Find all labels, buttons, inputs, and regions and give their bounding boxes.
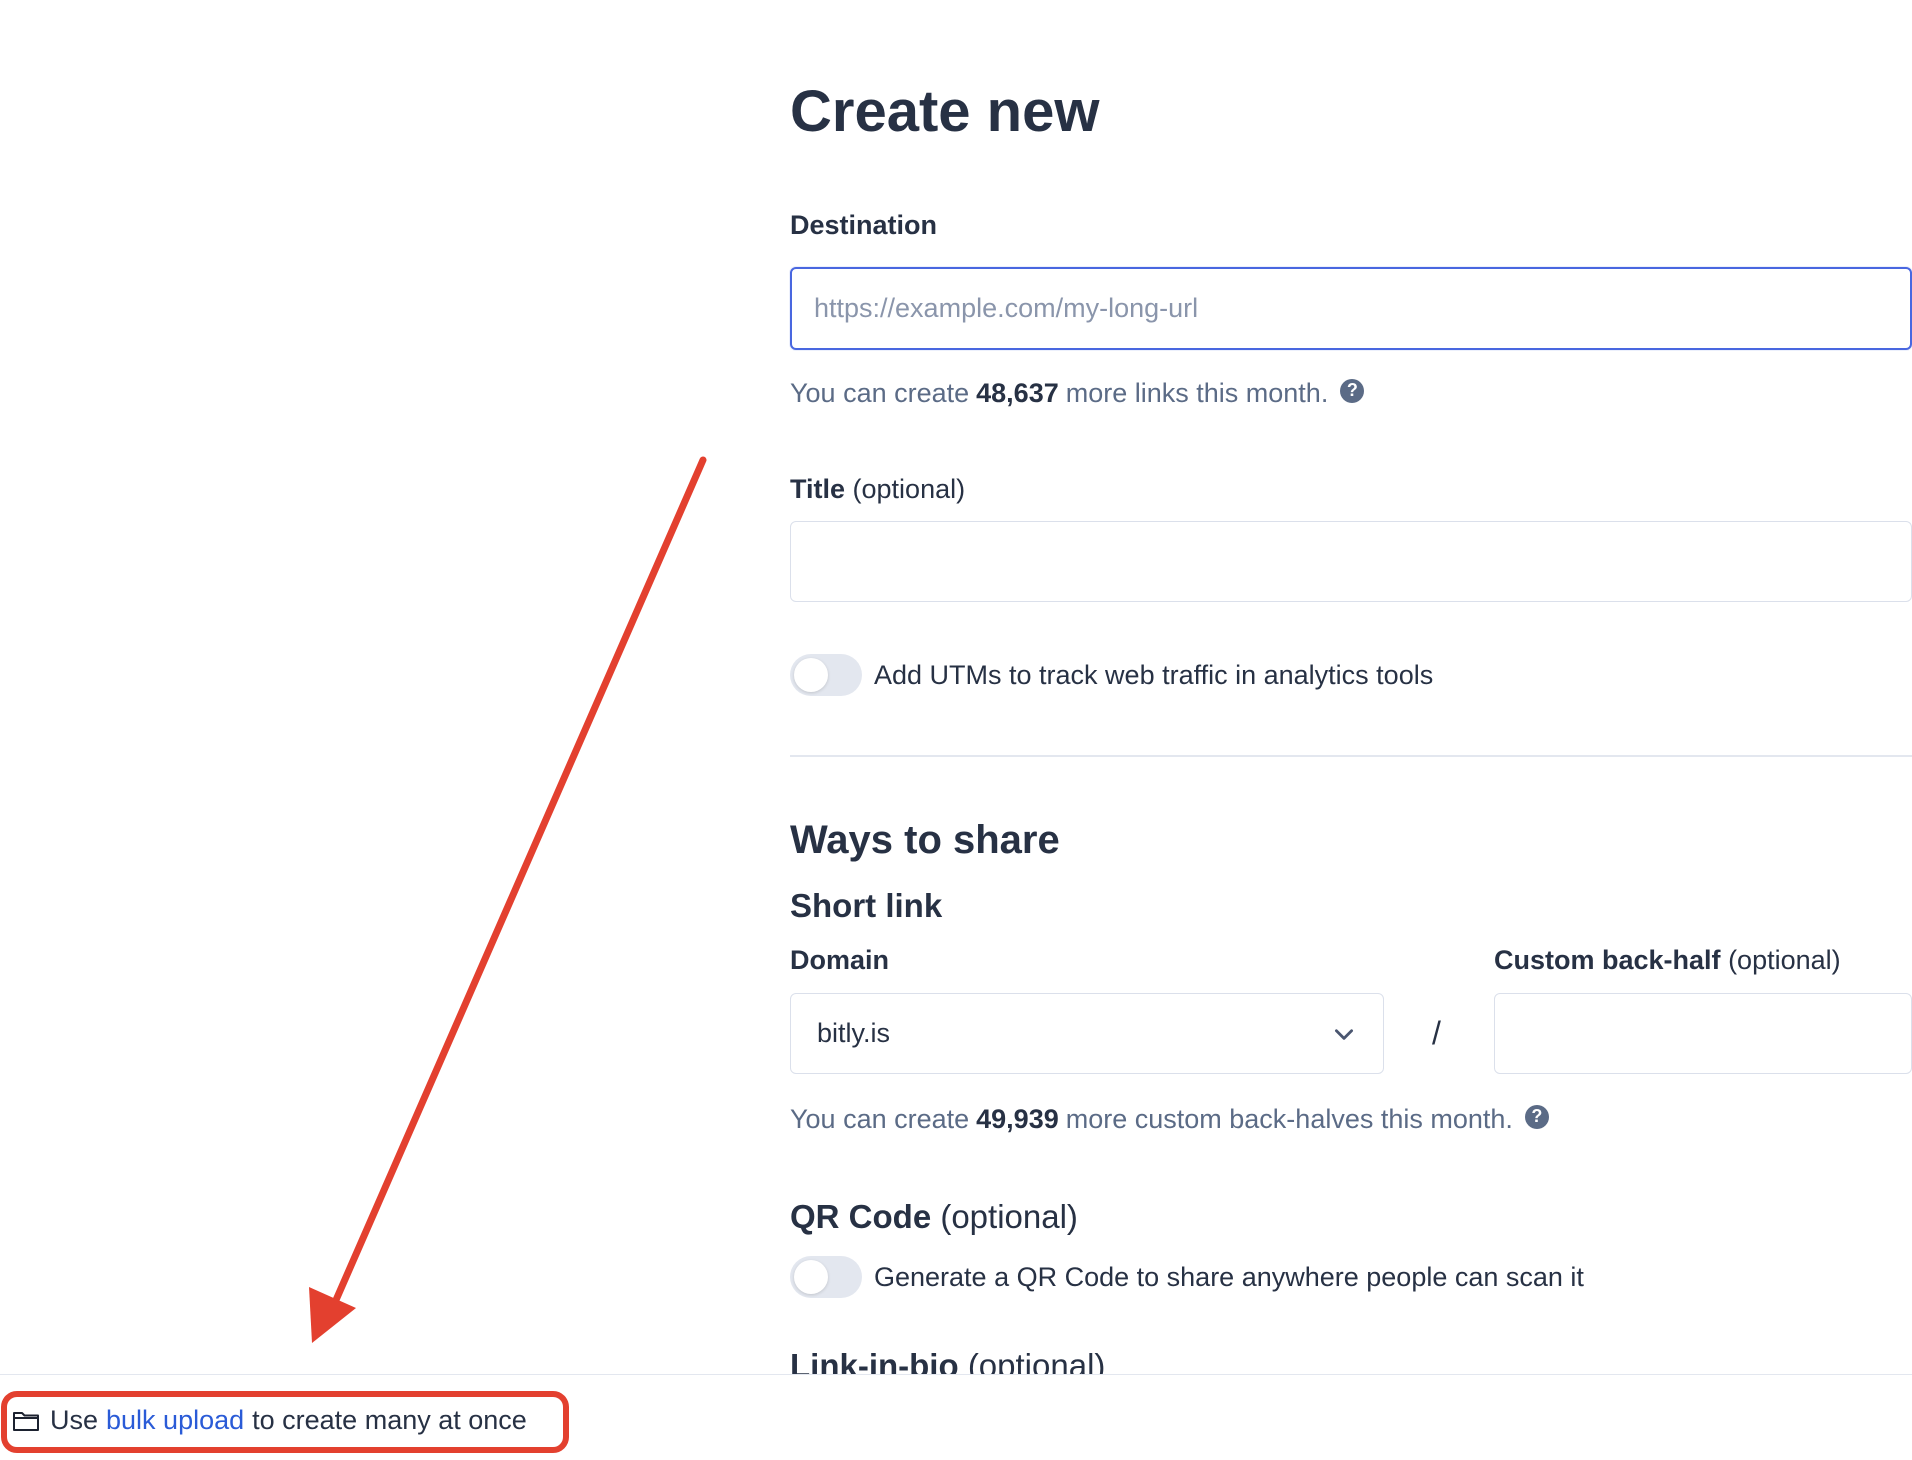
toggle-knob [794,1260,828,1294]
qr-toggle-row: Generate a QR Code to share anywhere peo… [790,1256,1584,1298]
backhalf-quota-suffix: more custom back-halves this month. [1065,1104,1513,1134]
qr-code-optional: (optional) [940,1198,1078,1235]
page-title: Create new [790,79,1100,144]
chevron-down-icon [1335,1028,1353,1040]
title-input[interactable] [790,521,1912,602]
backhalf-quota-prefix: You can create [790,1104,970,1134]
links-quota: You can create 48,637 more links this mo… [790,378,1365,409]
ways-to-share-heading: Ways to share [790,818,1060,862]
backhalf-quota-count: 49,939 [976,1104,1059,1134]
backhalf-label: Custom back-half (optional) [1494,945,1841,976]
section-divider [790,755,1912,757]
links-quota-prefix: You can create [790,378,970,408]
backhalf-label-text: Custom back-half [1494,945,1721,975]
help-icon[interactable]: ? [1340,378,1365,403]
links-quota-suffix: more links this month. [1065,378,1329,408]
domain-select[interactable]: bitly.is [790,993,1384,1074]
link-in-bio-heading-text: Link-in-bio [790,1347,959,1375]
title-label: Title (optional) [790,474,965,505]
links-quota-count: 48,637 [976,378,1059,408]
domain-separator: / [1432,1015,1441,1051]
help-icon[interactable]: ? [1524,1104,1549,1129]
title-optional: (optional) [852,474,966,504]
destination-input[interactable] [790,267,1912,350]
bulk-upload-link[interactable]: bulk upload [106,1405,244,1436]
utm-toggle-label: Add UTMs to track web traffic in analyti… [874,659,1434,690]
domain-label: Domain [790,945,890,975]
qr-code-heading-text: QR Code [790,1198,932,1235]
bulk-upload-suffix: to create many at once [252,1405,527,1435]
footer-bar: Use bulk upload to create many at once [0,1374,1912,1460]
backhalf-quota: You can create 49,939 more custom back-h… [790,1104,1549,1135]
annotation-arrow [309,456,707,1343]
bulk-upload-hint: Use bulk upload to create many at once [12,1405,527,1436]
title-label-text: Title [790,474,846,504]
link-in-bio-heading: Link-in-bio (optional) [790,1347,1105,1375]
backhalf-input[interactable] [1494,993,1912,1074]
utm-toggle[interactable] [790,654,862,696]
short-link-heading: Short link [790,887,943,924]
toggle-knob [794,658,828,692]
backhalf-optional: (optional) [1728,945,1841,975]
link-in-bio-optional: (optional) [967,1347,1106,1375]
folder-icon [13,1411,39,1431]
qr-toggle-label: Generate a QR Code to share anywhere peo… [874,1261,1584,1292]
utm-toggle-row: Add UTMs to track web traffic in analyti… [790,654,1433,696]
page: Create new Destination You can create 48… [0,0,1912,1460]
destination-label: Destination [790,210,938,240]
qr-toggle[interactable] [790,1256,862,1298]
bulk-upload-prefix: Use [50,1405,99,1435]
domain-select-value: bitly.is [817,1018,891,1048]
qr-code-heading: QR Code (optional) [790,1198,1078,1236]
